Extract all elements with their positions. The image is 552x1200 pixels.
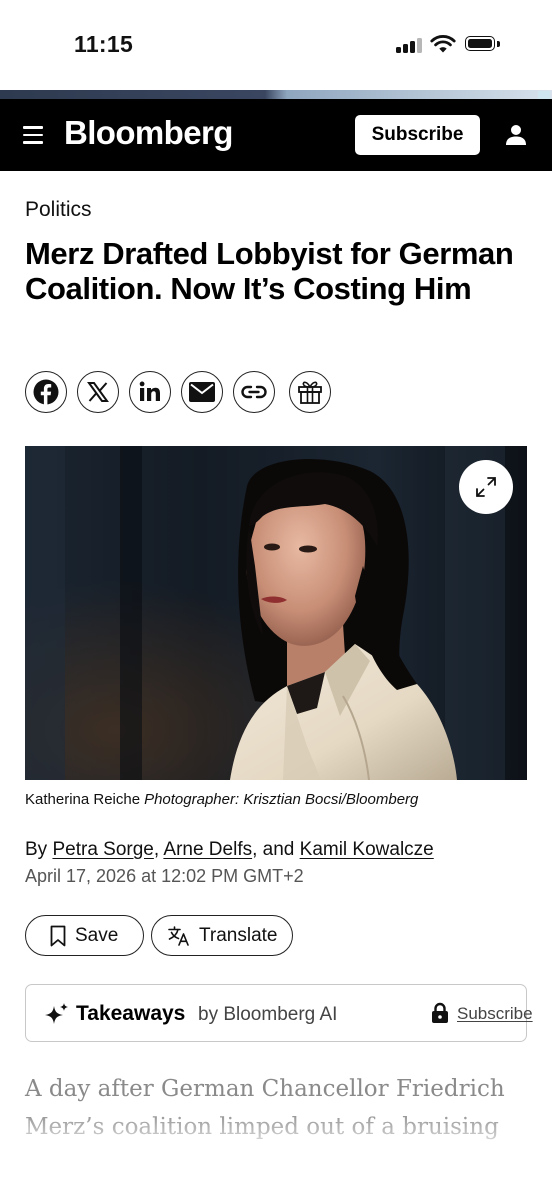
author-link-3[interactable]: Kamil Kowalcze	[300, 839, 434, 860]
bookmark-icon	[50, 925, 66, 946]
battery-icon	[465, 36, 501, 53]
wifi-icon	[430, 35, 456, 53]
translate-icon	[168, 925, 189, 946]
share-email-button[interactable]	[181, 371, 223, 413]
gift-icon	[298, 381, 322, 404]
publish-date: April 17, 2026 at 12:02 PM GMT+2	[25, 866, 304, 886]
takeaways-title: Takeaways	[76, 1002, 186, 1025]
article-category[interactable]: Politics	[25, 198, 92, 222]
share-x-button[interactable]	[77, 371, 119, 413]
byline: By Petra Sorge, Arne Delfs, and Kamil Ko…	[25, 839, 434, 861]
share-linkedin-button[interactable]	[129, 371, 171, 413]
takeaways-subscribe-link[interactable]: Subscribe	[457, 1004, 533, 1024]
subscribe-button[interactable]: Subscribe	[355, 115, 480, 155]
author-link-2[interactable]: Arne Delfs	[163, 839, 252, 860]
takeaways-panel[interactable]: Takeaways by Bloomberg AI Subscribe	[25, 984, 533, 1042]
save-label: Save	[75, 924, 119, 946]
body-line: A day after German Chancellor Friedrich	[25, 1076, 505, 1102]
lock-icon	[432, 1002, 448, 1023]
linkedin-icon	[139, 381, 160, 401]
facebook-icon	[33, 379, 59, 405]
hero-photo-illustration	[25, 446, 527, 780]
share-copy-link-button[interactable]	[233, 371, 275, 413]
email-icon	[189, 382, 215, 402]
status-time: 11:15	[74, 31, 134, 57]
status-bar: 11:15	[0, 0, 552, 80]
bloomberg-logo[interactable]: Bloomberg	[64, 114, 233, 152]
byline-separator: ,	[153, 839, 160, 860]
site-header: Bloomberg Subscribe	[0, 99, 552, 171]
takeaways-attribution: by Bloomberg AI	[198, 1004, 338, 1025]
ad-choices-icon[interactable]	[538, 91, 550, 99]
share-gift-button[interactable]	[289, 371, 331, 413]
image-caption: Katherina Reiche Photographer: Krisztian …	[25, 791, 418, 808]
caption-subject: Katherina Reiche	[25, 791, 141, 808]
byline-separator: , and	[252, 839, 295, 860]
translate-label: Translate	[199, 924, 278, 946]
ai-sparkle-icon	[45, 1003, 68, 1024]
x-icon	[87, 382, 109, 402]
menu-icon[interactable]	[23, 126, 43, 144]
hero-image[interactable]	[25, 446, 527, 780]
ad-banner[interactable]	[0, 90, 552, 99]
cellular-signal-icon	[396, 37, 422, 53]
link-icon	[241, 385, 267, 399]
expand-image-button[interactable]	[459, 460, 513, 514]
body-line: Merz’s coalition limped out of a bruisin…	[25, 1114, 499, 1140]
translate-button[interactable]: Translate	[151, 915, 293, 956]
expand-icon	[476, 477, 496, 497]
share-facebook-button[interactable]	[25, 371, 67, 413]
article-headline: Merz Drafted Lobbyist for German Coaliti…	[25, 236, 514, 306]
account-icon[interactable]	[504, 123, 528, 147]
photo-credit: Photographer: Krisztian Bocsi/Bloomberg	[144, 791, 419, 808]
author-link-1[interactable]: Petra Sorge	[52, 839, 153, 860]
article-body: A day after German Chancellor Friedrich …	[25, 1070, 535, 1146]
byline-prefix: By	[25, 839, 48, 860]
save-button[interactable]: Save	[25, 915, 144, 956]
